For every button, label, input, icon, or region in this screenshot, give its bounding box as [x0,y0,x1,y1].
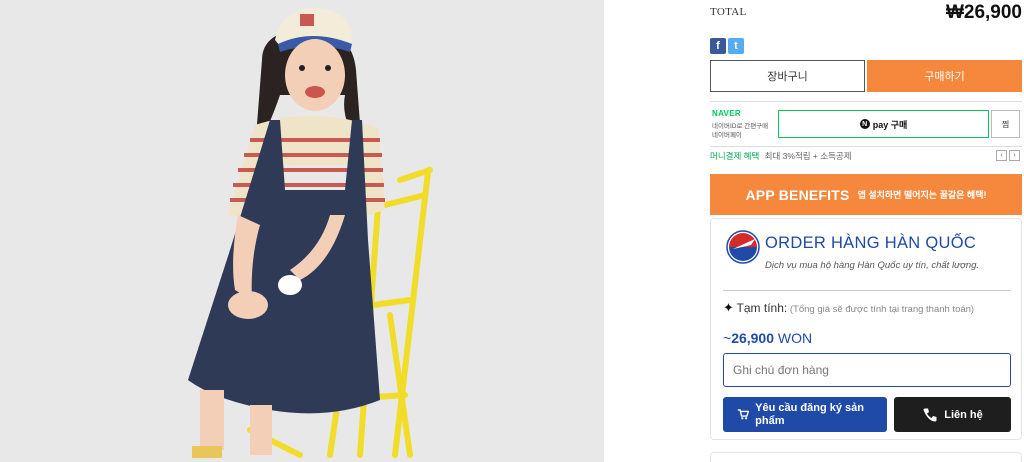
order-service-card: ORDER HÀNG HÀN QUỐC Dịch vụ mua hộ hàng … [710,218,1022,440]
app-benefits-banner[interactable]: APP BENEFITS 앱 설치하면 떨어지는 꿀같은 혜택! [710,174,1022,215]
product-page: TOTAL ₩26,900 f t 장바구니 구매하기 NAVER 네이버ID로… [0,0,1024,462]
add-to-cart-button[interactable]: 장바구니 [710,60,865,92]
naver-pay-box: NAVER 네이버ID로 간편구매 네이버페이 N pay 구매 찜 [710,101,1022,147]
estimate-amount: ~26,900 WON [723,330,812,346]
total-row: TOTAL ₩26,900 [710,0,1022,32]
estimate-row: ✦ Tạm tính: (Tổng giá sẽ được tính tại t… [723,295,1013,322]
next-card [710,452,1022,462]
estimate-note: (Tổng giá sẽ được tính tại trang thanh t… [789,304,975,315]
request-product-label: Yêu cầu đăng ký sản phẩm [755,401,864,427]
won-unit: WON [777,330,813,346]
order-card-description: Dịch vụ mua hộ hàng Hàn Quốc uy tín, chấ… [765,260,980,271]
naver-pay-button[interactable]: N pay 구매 [778,110,989,138]
order-korea-logo-icon [726,230,760,264]
request-product-button[interactable]: Yêu cầu đăng ký sản phẩm [723,397,887,432]
phone-icon [923,408,937,421]
product-image [0,0,604,462]
buy-now-button[interactable]: 구매하기 [867,60,1022,92]
chevron-left-icon[interactable]: ‹ [996,150,1007,161]
divider [723,290,1011,291]
benefit-title: 머니결제 혜택 [710,151,760,161]
won-amount: 26,900 [731,330,775,346]
app-banner-subtitle: 앱 설치하면 떨어지는 꿀같은 혜택! [857,190,987,200]
order-card-title: ORDER HÀNG HÀN QUỐC [765,234,977,252]
approx-sign: ~ [723,330,732,346]
naver-n-icon: N [859,119,870,129]
facebook-icon[interactable]: f [710,38,726,54]
payment-benefit-row: 머니결제 혜택 최대 3%적립 + 소득공제 ‹ › [710,150,1022,164]
estimate-label: Tạm tính: [736,301,788,315]
contact-label: Liên hệ [944,408,983,421]
twitter-icon[interactable]: t [728,38,744,54]
cart-icon [737,409,750,420]
total-label: TOTAL [710,6,747,18]
order-note-input[interactable] [723,353,1011,387]
purchase-panel: TOTAL ₩26,900 f t 장바구니 구매하기 NAVER 네이버ID로… [710,0,1022,462]
app-banner-title: APP BENEFITS [745,186,850,203]
contact-button[interactable]: Liên hệ [894,397,1011,432]
naver-logo: NAVER [712,109,741,118]
share-buttons: f t [710,38,744,55]
benefit-arrows: ‹ › [996,150,1020,161]
sparkle-icon: ✦ [723,300,734,315]
total-price: ₩26,900 [945,2,1022,23]
benefit-text: 최대 3%적립 + 소득공제 [764,151,852,161]
product-photo[interactable] [0,0,604,462]
naver-pay-text: 네이버페이 [712,132,742,139]
wishlist-button[interactable]: 찜 [991,110,1020,138]
chevron-right-icon[interactable]: › [1009,150,1020,161]
naver-pay-label: pay 구매 [872,119,908,130]
